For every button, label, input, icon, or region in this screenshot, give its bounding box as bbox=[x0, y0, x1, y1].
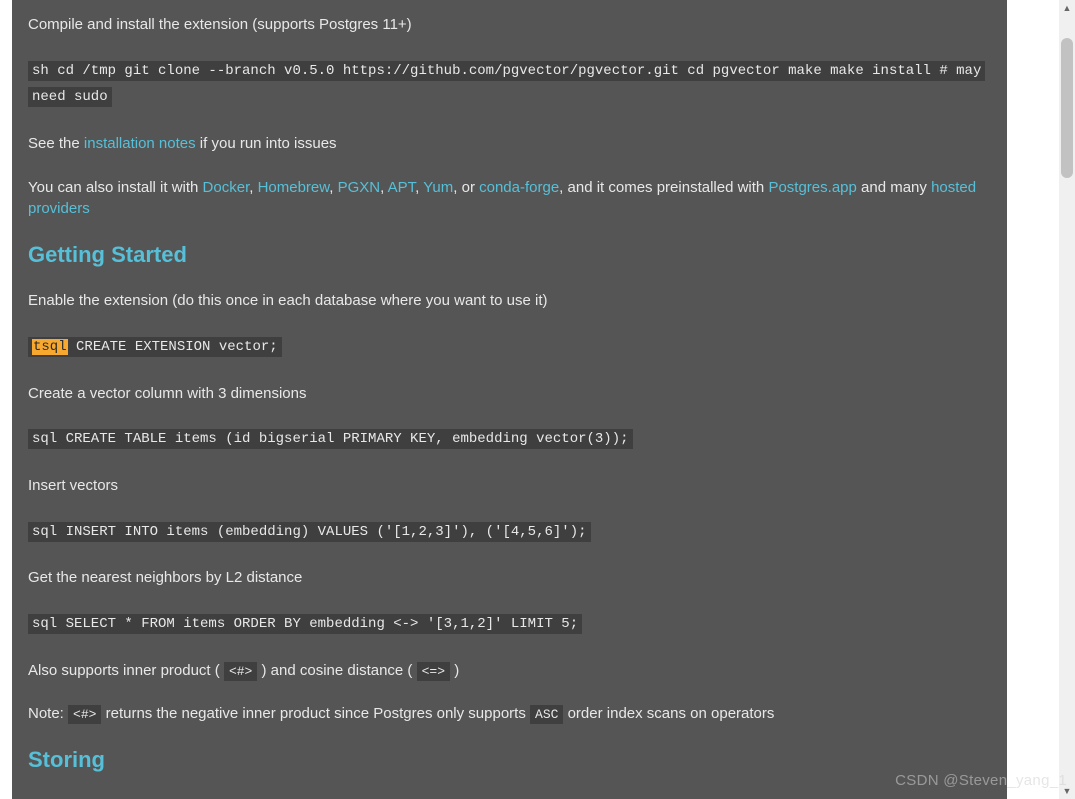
link-docker[interactable]: Docker bbox=[203, 179, 250, 196]
text: See the bbox=[28, 135, 84, 152]
text: ) bbox=[454, 662, 459, 679]
operator-cosine: <=> bbox=[417, 662, 450, 681]
highlight-tsql: tsql bbox=[32, 339, 68, 355]
paragraph-compile: Compile and install the extension (suppo… bbox=[28, 14, 991, 36]
operator-inner-product-2: <#> bbox=[68, 705, 101, 724]
text: , and it comes preinstalled with bbox=[559, 179, 768, 196]
link-pgxn[interactable]: PGXN bbox=[338, 179, 381, 196]
link-yum[interactable]: Yum bbox=[423, 179, 453, 196]
code-text: CREATE EXTENSION vector; bbox=[68, 339, 278, 355]
link-conda-forge[interactable]: conda-forge bbox=[479, 179, 559, 196]
text: , or bbox=[453, 179, 479, 196]
text: , bbox=[249, 179, 257, 196]
text: , bbox=[329, 179, 337, 196]
code-create-table: sql CREATE TABLE items (id bigserial PRI… bbox=[28, 429, 633, 449]
link-homebrew[interactable]: Homebrew bbox=[258, 179, 330, 196]
link-postgres-app[interactable]: Postgres.app bbox=[768, 179, 856, 196]
code-insert-wrap: sql INSERT INTO items (embedding) VALUES… bbox=[28, 519, 991, 546]
paragraph-note: Note: <#> returns the negative inner pro… bbox=[28, 703, 991, 725]
text: You can also install it with bbox=[28, 179, 203, 196]
viewport: Compile and install the extension (suppo… bbox=[0, 0, 1075, 799]
paragraph-see-notes: See the installation notes if you run in… bbox=[28, 133, 991, 155]
scrollbar-up-arrow-icon[interactable]: ▲ bbox=[1059, 0, 1075, 16]
text: Note: bbox=[28, 705, 68, 722]
operator-inner-product: <#> bbox=[224, 662, 257, 681]
text: if you run into issues bbox=[196, 135, 337, 152]
heading-storing: Storing bbox=[28, 747, 991, 773]
code-install-wrap: sh cd /tmp git clone --branch v0.5.0 htt… bbox=[28, 58, 991, 111]
paragraph-nearest: Get the nearest neighbors by L2 distance bbox=[28, 567, 991, 589]
text: and many bbox=[857, 179, 931, 196]
text: order index scans on operators bbox=[563, 705, 774, 722]
paragraph-create-col: Create a vector column with 3 dimensions bbox=[28, 383, 991, 405]
code-enable-wrap: tsql CREATE EXTENSION vector; bbox=[28, 334, 991, 361]
text: returns the negative inner product since… bbox=[101, 705, 530, 722]
link-apt[interactable]: APT bbox=[388, 179, 416, 196]
code-insert: sql INSERT INTO items (embedding) VALUES… bbox=[28, 522, 591, 542]
code-install: sh cd /tmp git clone --branch v0.5.0 htt… bbox=[28, 61, 985, 108]
code-enable: tsql CREATE EXTENSION vector; bbox=[28, 337, 282, 357]
watermark: CSDN @Steven_yang_1 bbox=[895, 772, 1067, 789]
code-select-wrap: sql SELECT * FROM items ORDER BY embeddi… bbox=[28, 611, 991, 638]
code-create-wrap: sql CREATE TABLE items (id bigserial PRI… bbox=[28, 426, 991, 453]
heading-getting-started: Getting Started bbox=[28, 242, 991, 268]
code-select: sql SELECT * FROM items ORDER BY embeddi… bbox=[28, 614, 582, 634]
scrollbar-thumb[interactable] bbox=[1061, 38, 1073, 178]
keyword-asc: ASC bbox=[530, 705, 563, 724]
text: Also supports inner product ( bbox=[28, 662, 220, 679]
text: , bbox=[380, 179, 388, 196]
vertical-scrollbar[interactable]: ▲ ▼ bbox=[1059, 0, 1075, 799]
paragraph-enable: Enable the extension (do this once in ea… bbox=[28, 290, 991, 312]
text: ) and cosine distance ( bbox=[262, 662, 413, 679]
article-panel: Compile and install the extension (suppo… bbox=[12, 0, 1007, 799]
paragraph-install-with: You can also install it with Docker, Hom… bbox=[28, 177, 991, 221]
paragraph-insert: Insert vectors bbox=[28, 475, 991, 497]
paragraph-also-supports: Also supports inner product ( <#> ) and … bbox=[28, 660, 991, 682]
link-installation-notes[interactable]: installation notes bbox=[84, 135, 196, 152]
